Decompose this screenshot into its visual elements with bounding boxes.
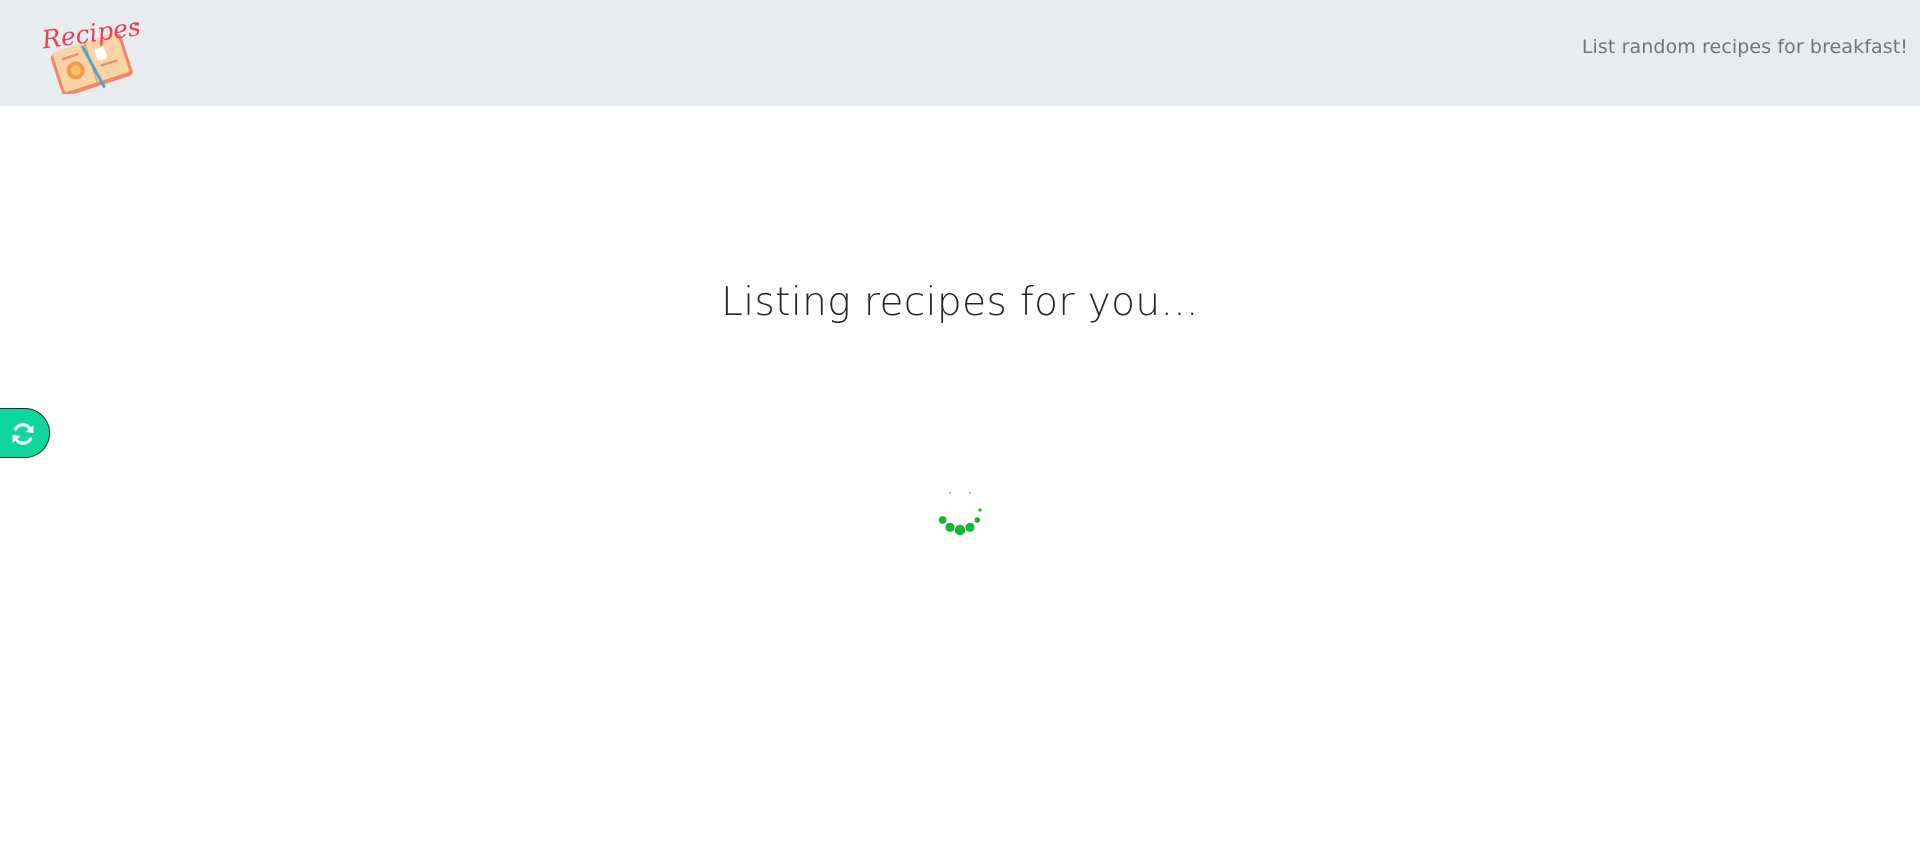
- spinner-dot: [969, 491, 971, 494]
- recipes-logo[interactable]: Recipes: [40, 18, 144, 94]
- spinner-dot: [974, 517, 981, 523]
- random-breakfast-link[interactable]: List random recipes for breakfast!: [1582, 36, 1908, 58]
- recipe-book-logo-icon: Recipes: [40, 18, 142, 94]
- spinner-dot: [938, 516, 947, 524]
- spinner-dot: [954, 524, 966, 536]
- page-title: Listing recipes for you...: [721, 280, 1199, 325]
- spinner-dot: [949, 491, 951, 494]
- loading-spinner-icon: [938, 491, 982, 536]
- refresh-button[interactable]: [0, 408, 50, 458]
- loading-spinner: [920, 470, 1000, 550]
- spinner-dot: [965, 522, 975, 532]
- navbar: Recipes List random recipes for breakfas…: [0, 0, 1920, 106]
- spinner-dot: [978, 508, 982, 512]
- spinner-dot: [945, 522, 955, 532]
- refresh-icon: [12, 423, 34, 445]
